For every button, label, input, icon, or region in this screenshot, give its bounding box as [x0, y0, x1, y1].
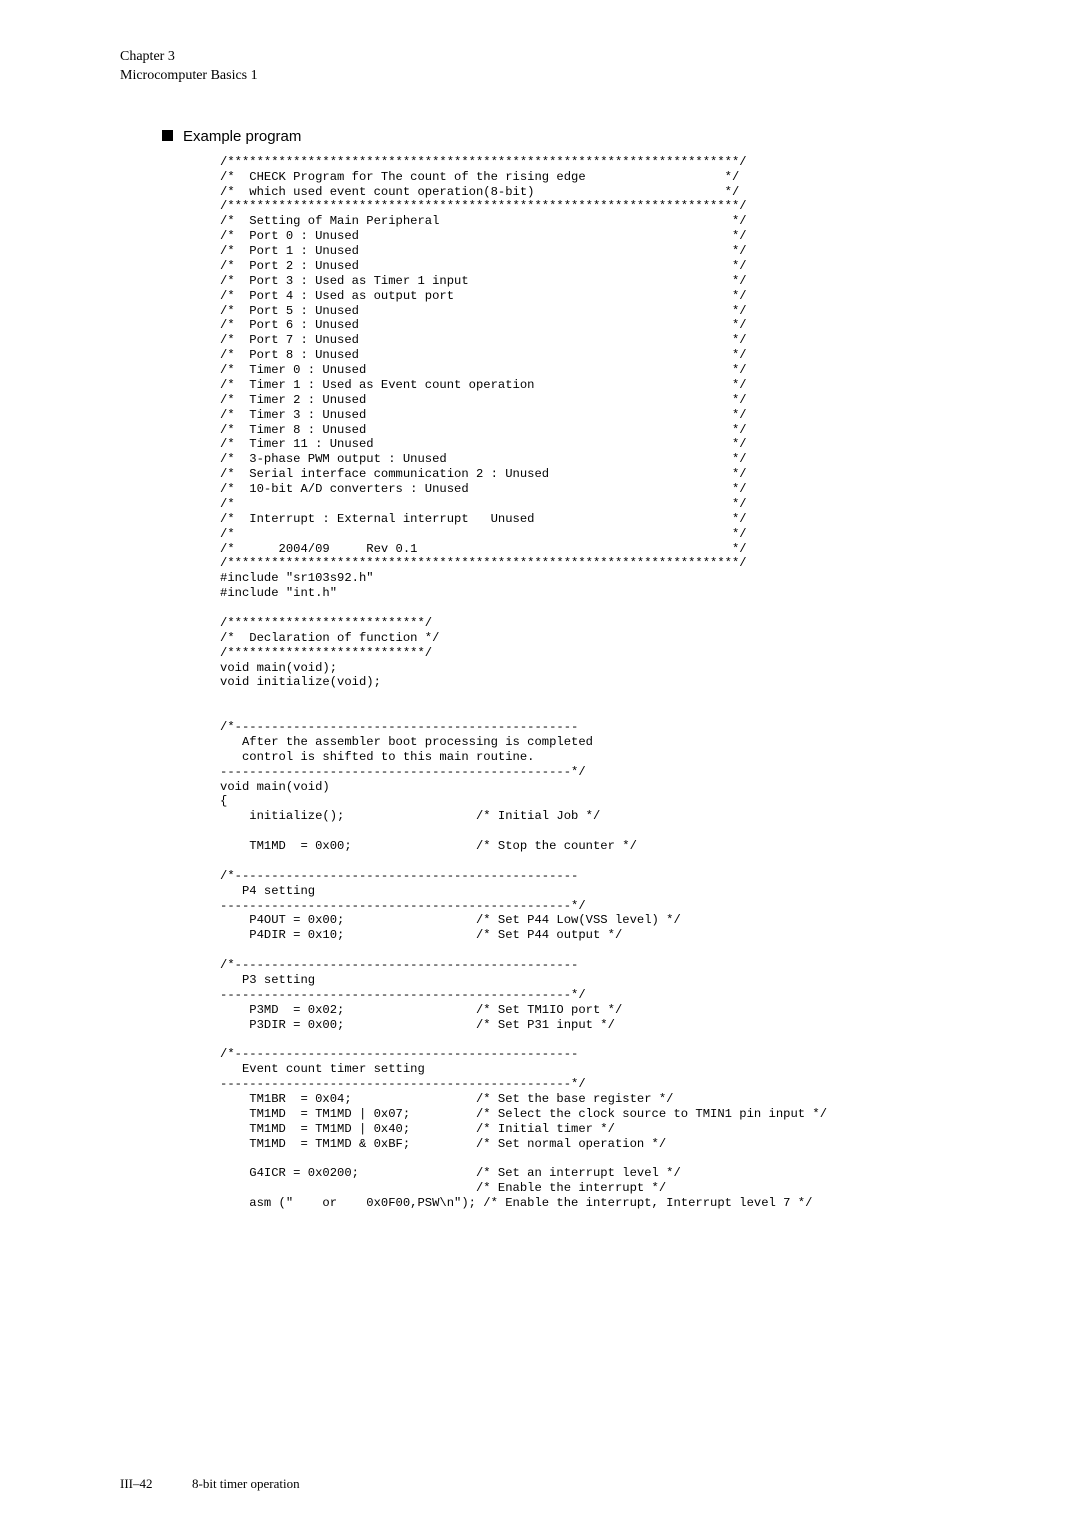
section-title: Example program [183, 128, 301, 145]
code-listing: /***************************************… [220, 155, 984, 1211]
chapter-label: Chapter 3 [120, 48, 984, 67]
chapter-subtitle: Microcomputer Basics 1 [120, 67, 984, 86]
footer-title: 8-bit timer operation [192, 1476, 300, 1491]
section-bullet-icon [162, 130, 173, 141]
page-number: III–42 [120, 1476, 192, 1492]
